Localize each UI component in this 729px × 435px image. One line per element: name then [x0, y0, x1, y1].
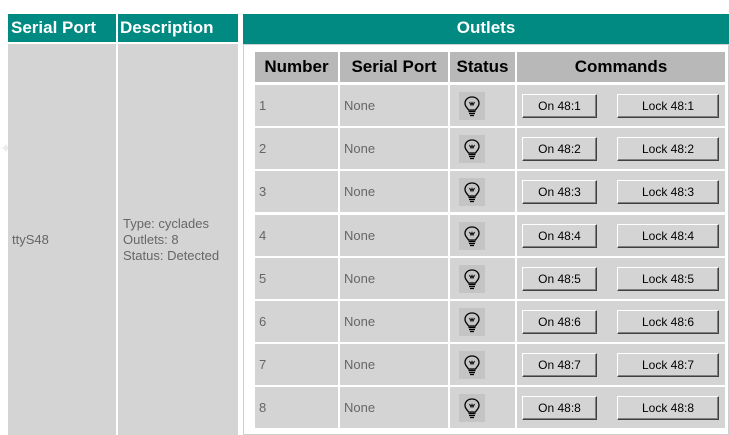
outlet-status-cell	[450, 344, 515, 385]
outlet-serial-port: None	[344, 184, 376, 199]
column-header-number: Number	[255, 52, 338, 82]
outlet-lock-button[interactable]: Lock 48:1	[617, 94, 719, 118]
outlet-on-button[interactable]: On 48:4	[522, 224, 597, 248]
outlet-serial-port-cell: None	[340, 128, 448, 169]
column-header-status: Status	[450, 52, 515, 82]
outlet-number-cell: 5	[255, 258, 338, 299]
outlet-commands-cell: On 48:1 Lock 48:1	[517, 85, 725, 126]
outlets-header: Outlets	[243, 14, 729, 42]
outlet-commands-cell: On 48:5 Lock 48:5	[517, 258, 725, 299]
lightbulb-icon	[459, 91, 485, 120]
outlet-number: 3	[259, 184, 267, 199]
outlet-serial-port: None	[344, 314, 376, 329]
outlet-number-cell: 7	[255, 344, 338, 385]
lightbulb-icon	[459, 221, 485, 250]
outlet-serial-port: None	[344, 228, 376, 243]
outlet-serial-port-cell: None	[340, 258, 448, 299]
outlet-serial-port: None	[344, 271, 376, 286]
outlet-serial-port-cell: None	[340, 301, 448, 342]
outlet-number: 2	[259, 141, 267, 156]
outlet-status-cell	[450, 128, 515, 169]
outlet-lock-button[interactable]: Lock 48:7	[617, 353, 719, 377]
outlet-serial-port-cell: None	[340, 215, 448, 256]
lightbulb-icon	[459, 134, 485, 163]
outlet-status-cell	[450, 301, 515, 342]
outlet-lock-button[interactable]: Lock 48:6	[617, 310, 719, 334]
outlet-number: 5	[259, 271, 267, 286]
outlet-on-button[interactable]: On 48:8	[522, 396, 597, 420]
outlet-serial-port-cell: None	[340, 387, 448, 428]
lightbulb-icon	[459, 177, 485, 206]
description-cell: Type: cyclades Outlets: 8 Status: Detect…	[118, 44, 238, 435]
outlet-commands-cell: On 48:6 Lock 48:6	[517, 301, 725, 342]
outlet-lock-button[interactable]: Lock 48:2	[617, 137, 719, 161]
outlet-lock-button[interactable]: Lock 48:8	[617, 396, 719, 420]
outlet-serial-port-cell: None	[340, 171, 448, 212]
outlet-number: 4	[259, 228, 267, 243]
outlet-number: 7	[259, 357, 267, 372]
outlet-status-cell	[450, 171, 515, 212]
outlet-status-cell	[450, 258, 515, 299]
lightbulb-icon	[459, 264, 485, 293]
outlet-number-cell: 6	[255, 301, 338, 342]
column-header-commands: Commands	[517, 52, 725, 82]
outlet-on-button[interactable]: On 48:6	[522, 310, 597, 334]
outlet-on-button[interactable]: On 48:3	[522, 180, 597, 204]
outlet-serial-port: None	[344, 357, 376, 372]
column-header-serial-port: Serial Port	[340, 52, 448, 82]
serial-port-name: ttyS48	[12, 232, 49, 247]
description-status: Status: Detected	[123, 247, 220, 263]
description-type: Type: cyclades	[123, 215, 209, 231]
outlet-number-cell: 4	[255, 215, 338, 256]
outlet-number: 8	[259, 400, 267, 415]
outlet-number-cell: 8	[255, 387, 338, 428]
outlet-on-button[interactable]: On 48:1	[522, 94, 597, 118]
description-header: Description	[118, 14, 238, 42]
outlet-number-cell: 1	[255, 85, 338, 126]
lightbulb-icon	[459, 393, 485, 422]
outlet-serial-port: None	[344, 400, 376, 415]
description-outlets: Outlets: 8	[123, 231, 179, 247]
outlet-commands-cell: On 48:8 Lock 48:8	[517, 387, 725, 428]
lightbulb-icon	[459, 350, 485, 379]
outlet-commands-cell: On 48:7 Lock 48:7	[517, 344, 725, 385]
outlet-on-button[interactable]: On 48:2	[522, 137, 597, 161]
outlet-commands-cell: On 48:2 Lock 48:2	[517, 128, 725, 169]
outlet-on-button[interactable]: On 48:5	[522, 267, 597, 291]
serial-port-cell: ttyS48	[8, 44, 116, 435]
outlet-on-button[interactable]: On 48:7	[522, 353, 597, 377]
outlet-status-cell	[450, 215, 515, 256]
outlet-status-cell	[450, 387, 515, 428]
outlet-lock-button[interactable]: Lock 48:3	[617, 180, 719, 204]
outlet-serial-port: None	[344, 141, 376, 156]
outlet-number-cell: 2	[255, 128, 338, 169]
outlet-serial-port: None	[344, 98, 376, 113]
outlet-commands-cell: On 48:4 Lock 48:4	[517, 215, 725, 256]
outlet-commands-cell: On 48:3 Lock 48:3	[517, 171, 725, 212]
outlet-number-cell: 3	[255, 171, 338, 212]
serial-port-header: Serial Port	[8, 14, 116, 42]
outlet-number: 1	[259, 98, 267, 113]
outlet-status-cell	[450, 85, 515, 126]
outlet-lock-button[interactable]: Lock 48:5	[617, 267, 719, 291]
lightbulb-icon	[459, 307, 485, 336]
outlet-number: 6	[259, 314, 267, 329]
outlet-serial-port-cell: None	[340, 85, 448, 126]
outlet-lock-button[interactable]: Lock 48:4	[617, 224, 719, 248]
outlet-serial-port-cell: None	[340, 344, 448, 385]
